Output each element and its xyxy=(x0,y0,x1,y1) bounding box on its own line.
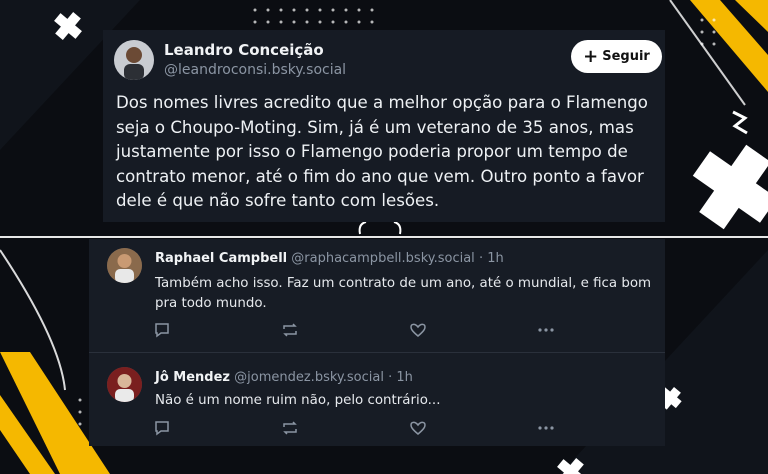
follow-button[interactable]: + Seguir xyxy=(571,40,662,73)
like-icon[interactable] xyxy=(409,419,427,437)
reply-timestamp: · 1h xyxy=(388,370,413,385)
author-avatar[interactable] xyxy=(114,40,154,80)
more-icon[interactable] xyxy=(537,419,555,437)
author-name[interactable]: Leandro Conceição xyxy=(164,41,324,59)
reply-avatar[interactable] xyxy=(107,367,142,402)
follow-label: Seguir xyxy=(602,49,650,64)
reply-header: Raphael Campbell @raphacampbell.bsky.soc… xyxy=(155,251,504,266)
reply-timestamp: · 1h xyxy=(478,251,504,266)
reply-author-name[interactable]: Raphael Campbell xyxy=(155,251,287,266)
repost-icon[interactable] xyxy=(281,419,299,437)
post-text: Dos nomes livres acredito que a melhor o… xyxy=(116,93,648,211)
repost-icon[interactable] xyxy=(281,321,299,339)
reply-author-handle[interactable]: @jomendez.bsky.social xyxy=(234,370,384,385)
reply-actions xyxy=(153,419,573,437)
reply-text: Também acho isso. Faz um contrato de um … xyxy=(155,276,652,311)
reply-card: Jô Mendez @jomendez.bsky.social · 1h Não… xyxy=(89,352,665,446)
like-icon[interactable] xyxy=(409,321,427,339)
reply-card: Raphael Campbell @raphacampbell.bsky.soc… xyxy=(89,239,665,352)
reply-text: Não é um nome ruim não, pelo contrário..… xyxy=(155,393,441,408)
reply-header: Jô Mendez @jomendez.bsky.social · 1h xyxy=(155,370,413,385)
author-handle[interactable]: @leandroconsi.bsky.social xyxy=(164,62,346,78)
reply-author-name[interactable]: Jô Mendez xyxy=(155,370,230,385)
more-icon[interactable] xyxy=(537,321,555,339)
reply-icon[interactable] xyxy=(153,321,171,339)
reply-avatar[interactable] xyxy=(107,248,142,283)
plus-icon: + xyxy=(583,45,599,67)
reply-icon[interactable] xyxy=(153,419,171,437)
main-post-card: Leandro Conceição @leandroconsi.bsky.soc… xyxy=(103,30,665,222)
reply-author-handle[interactable]: @raphacampbell.bsky.social xyxy=(291,251,475,266)
reply-actions xyxy=(153,321,573,339)
